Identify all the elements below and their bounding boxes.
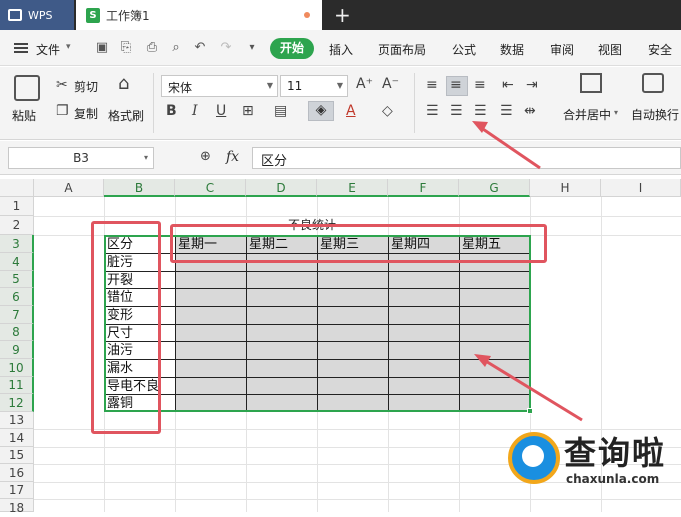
watermark-brand: 查询啦: [564, 434, 667, 472]
watermark-search-icon: [508, 432, 560, 484]
watermark-logo: 查询啦 chaxunla.com: [504, 424, 681, 512]
annotation-arrow-toolbar: [479, 125, 541, 170]
arrowhead-icon: [474, 354, 491, 367]
annotation-arrow-table: [483, 358, 583, 422]
watermark-domain: chaxunla.com: [566, 472, 660, 486]
